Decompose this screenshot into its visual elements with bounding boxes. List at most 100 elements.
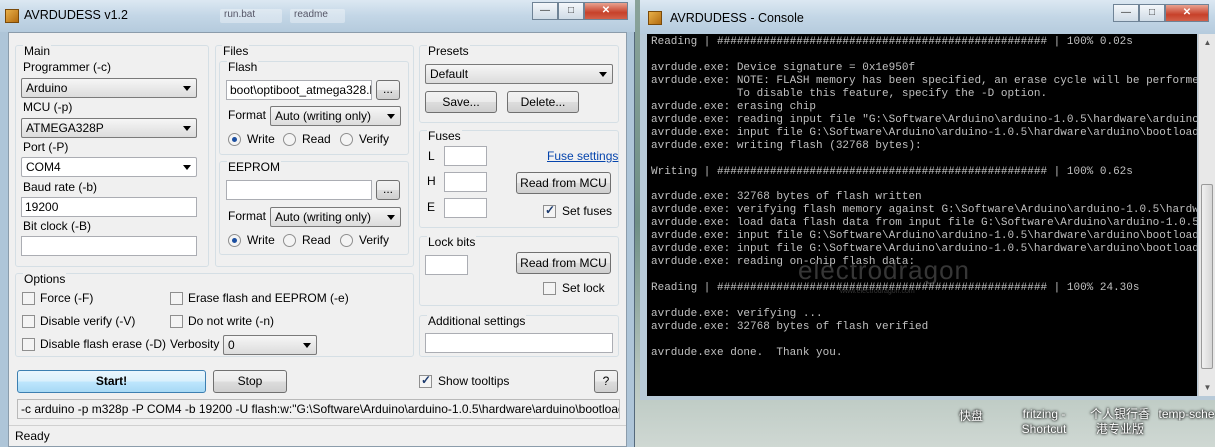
console-scrollbar[interactable]: ▲ ▼: [1198, 34, 1215, 396]
chevron-down-icon: [183, 126, 191, 131]
console-close-button[interactable]: ✕: [1165, 4, 1209, 22]
presets-select[interactable]: Default: [425, 64, 613, 84]
background-window-tab: run.bat: [220, 9, 282, 23]
lockbits-read-from-mcu-button[interactable]: Read from MCU: [516, 252, 611, 274]
programmer-select[interactable]: Arduino: [21, 78, 197, 98]
do-not-write-checkbox[interactable]: [170, 315, 183, 328]
show-tooltips-label: Show tooltips: [438, 374, 510, 388]
chevron-down-icon: [183, 86, 191, 91]
flash-read-radio[interactable]: [283, 133, 296, 146]
fuse-l-label: L: [428, 149, 435, 163]
console-line: avrdude.exe: NOTE: FLASH memory has been…: [651, 74, 1197, 87]
erase-flash-eeprom-checkbox[interactable]: [170, 292, 183, 305]
console-titlebar[interactable]: AVRDUDESS - Console — □ ✕: [640, 0, 1215, 34]
port-label: Port (-P): [23, 140, 69, 154]
console-line: avrdude.exe: verifying flash memory agai…: [651, 204, 1197, 217]
console-output[interactable]: Reading | ##############################…: [647, 34, 1197, 396]
chevron-down-icon: [387, 215, 395, 220]
port-select[interactable]: COM4: [21, 157, 197, 177]
start-button[interactable]: Start!: [17, 370, 206, 393]
additional-settings-input[interactable]: [425, 333, 613, 353]
desktop-icon-bank[interactable]: 个人银行香港专业版: [1086, 407, 1154, 437]
eeprom-format-value: Auto (writing only): [275, 210, 372, 224]
console-line: avrdude.exe: load data flash data from i…: [651, 217, 1197, 230]
flash-browse-button[interactable]: ...: [376, 80, 400, 100]
watermark-subtext: www.electrodragon.com: [840, 288, 915, 295]
do-not-write-label: Do not write (-n): [188, 314, 275, 328]
console-line: avrdude.exe: erasing chip: [651, 100, 817, 113]
fuse-l-input[interactable]: [444, 146, 487, 166]
stop-button[interactable]: Stop: [213, 370, 287, 393]
console-maximize-button[interactable]: □: [1139, 4, 1165, 22]
eeprom-format-select[interactable]: Auto (writing only): [270, 207, 401, 227]
command-line-preview[interactable]: -c arduino -p m328p -P COM4 -b 19200 -U …: [17, 399, 620, 419]
close-button[interactable]: ✕: [584, 2, 628, 20]
flash-format-select[interactable]: Auto (writing only): [270, 106, 401, 126]
fuses-group-label: Fuses: [427, 129, 462, 143]
force-checkbox[interactable]: [22, 292, 35, 305]
delete-preset-button[interactable]: Delete...: [507, 91, 579, 113]
eeprom-read-radio[interactable]: [283, 234, 296, 247]
eeprom-write-label: Write: [247, 233, 275, 247]
scroll-down-icon[interactable]: ▼: [1199, 379, 1215, 396]
console-line: avrdude.exe: reading input file "G:\Soft…: [651, 113, 1197, 126]
eeprom-write-radio[interactable]: [228, 234, 241, 247]
flash-verify-radio[interactable]: [340, 133, 353, 146]
set-fuses-checkbox[interactable]: [543, 203, 556, 218]
fuse-settings-link[interactable]: Fuse settings: [547, 149, 618, 163]
verbosity-select[interactable]: 0: [223, 335, 317, 355]
eeprom-verify-label: Verify: [359, 233, 390, 247]
console-line: avrdude.exe: 32768 bytes of flash verifi…: [651, 320, 929, 333]
programmer-label: Programmer (-c): [23, 60, 112, 74]
disable-verify-checkbox[interactable]: [22, 315, 35, 328]
eeprom-format-label: Format: [228, 209, 267, 223]
scroll-up-icon[interactable]: ▲: [1199, 34, 1215, 51]
scrollbar-thumb[interactable]: [1201, 184, 1213, 369]
fuse-e-label: E: [427, 200, 436, 214]
mcu-label: MCU (-p): [23, 100, 73, 114]
force-label: Force (-F): [40, 291, 94, 305]
desktop-icon-temp[interactable]: temp-sche: [1158, 407, 1215, 421]
disable-flash-erase-checkbox[interactable]: [22, 338, 35, 351]
eeprom-file-input[interactable]: [226, 180, 372, 200]
console-line: avrdude.exe done. Thank you.: [651, 346, 843, 359]
eeprom-verify-radio[interactable]: [340, 234, 353, 247]
maximize-button[interactable]: □: [558, 2, 584, 20]
fuse-h-input[interactable]: [444, 172, 487, 192]
fuses-read-from-mcu-button[interactable]: Read from MCU: [516, 172, 611, 194]
console-line: avrdude.exe: verifying ...: [651, 308, 823, 321]
set-fuses-label: Set fuses: [562, 204, 613, 218]
desktop-icon-kuaipan[interactable]: 快盘: [951, 407, 991, 424]
eeprom-browse-button[interactable]: ...: [376, 180, 400, 200]
baud-rate-input[interactable]: 19200: [21, 197, 197, 217]
lockbits-group-label: Lock bits: [427, 235, 477, 249]
disable-flash-erase-label: Disable flash erase (-D): [40, 337, 167, 351]
console-minimize-button[interactable]: —: [1113, 4, 1139, 22]
app-icon: [5, 9, 19, 23]
set-lock-checkbox[interactable]: [543, 282, 556, 295]
eeprom-group-label: EEPROM: [227, 160, 282, 174]
window-title: AVRDUDESS v1.2: [24, 8, 128, 22]
main-group-label: Main: [23, 44, 52, 58]
status-bar: Ready: [9, 425, 626, 446]
desktop-icon-fritzing[interactable]: fritzing - Shortcut: [1016, 407, 1072, 437]
baud-label: Baud rate (-b): [23, 180, 98, 194]
main-titlebar[interactable]: AVRDUDESS v1.2 run.bat readme — □ ✕: [0, 0, 635, 32]
set-lock-label: Set lock: [562, 281, 605, 295]
console-title: AVRDUDESS - Console: [670, 11, 804, 25]
console-line: avrdude.exe: input file G:\Software\Ardu…: [651, 230, 1197, 243]
minimize-button[interactable]: —: [532, 2, 558, 20]
lockbits-input[interactable]: [425, 255, 468, 275]
fuse-e-input[interactable]: [444, 198, 487, 218]
mcu-select[interactable]: ATMEGA328P: [21, 118, 197, 138]
verbosity-label: Verbosity: [170, 337, 220, 351]
flash-format-label: Format: [228, 108, 267, 122]
flash-write-radio[interactable]: [228, 133, 241, 146]
show-tooltips-checkbox[interactable]: [419, 373, 432, 388]
save-preset-button[interactable]: Save...: [425, 91, 497, 113]
flash-file-input[interactable]: boot\optiboot_atmega328.hex: [226, 80, 372, 100]
help-button[interactable]: ?: [594, 370, 618, 393]
bit-clock-input[interactable]: [21, 236, 197, 256]
